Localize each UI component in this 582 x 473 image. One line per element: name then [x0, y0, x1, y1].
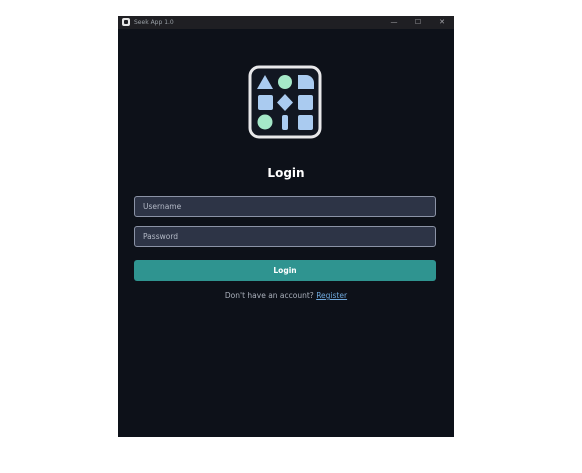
minimize-button[interactable]: — — [382, 16, 406, 29]
logo-square-shape — [258, 95, 273, 110]
register-link[interactable]: Register — [316, 291, 347, 300]
close-button[interactable]: ✕ — [430, 16, 454, 29]
logo-square-shape-2 — [298, 95, 313, 110]
maximize-button[interactable]: ☐ — [406, 16, 430, 29]
app-logo-icon — [248, 65, 322, 139]
password-input[interactable] — [134, 226, 436, 247]
register-prompt: Don't have an account? Register — [118, 291, 454, 300]
logo-circle-shape — [278, 75, 292, 89]
logo-square-shape-3 — [298, 115, 313, 130]
title-bar[interactable]: Seek App 1.0 — ☐ ✕ — [118, 16, 454, 29]
logo-circle-shape-2 — [257, 114, 273, 130]
username-input[interactable] — [134, 196, 436, 217]
logo-bar-shape — [282, 115, 288, 130]
register-prompt-text: Don't have an account? — [224, 291, 317, 300]
window-title: Seek App 1.0 — [134, 19, 174, 26]
login-button[interactable]: Login — [134, 260, 436, 281]
app-icon — [122, 18, 130, 26]
app-window: Seek App 1.0 — ☐ ✕ Login Login Don't hav… — [118, 16, 454, 437]
login-heading: Login — [267, 166, 305, 180]
